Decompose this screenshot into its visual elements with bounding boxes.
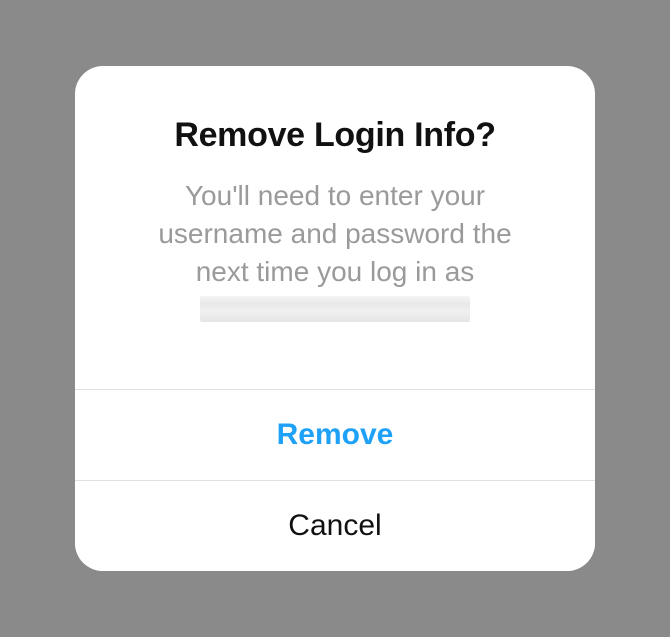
dialog-message-line: username and password the — [158, 218, 511, 249]
redacted-username — [200, 296, 470, 322]
confirmation-dialog: Remove Login Info? You'll need to enter … — [75, 66, 595, 570]
dialog-message-line: You'll need to enter your — [185, 180, 485, 211]
dialog-message: You'll need to enter your username and p… — [105, 177, 565, 328]
cancel-button[interactable]: Cancel — [75, 480, 595, 571]
remove-button[interactable]: Remove — [75, 389, 595, 480]
dialog-message-line: next time you log in as — [196, 256, 475, 287]
dialog-title: Remove Login Info? — [105, 116, 565, 155]
dialog-body: Remove Login Info? You'll need to enter … — [75, 66, 595, 388]
